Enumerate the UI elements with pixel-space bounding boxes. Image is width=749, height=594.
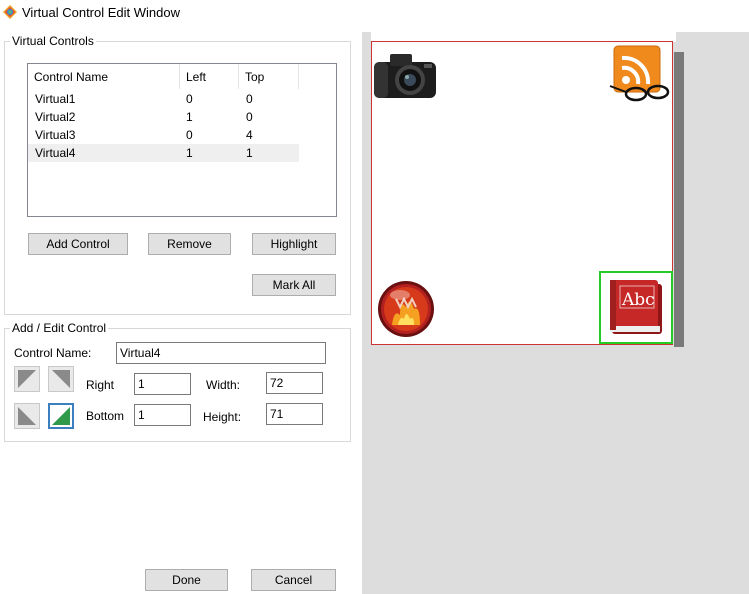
triangle-bottom-right-icon	[52, 407, 70, 425]
bottom-label: Bottom	[86, 409, 125, 423]
width-input[interactable]: 72	[266, 372, 323, 394]
row-name: Virtual1	[35, 92, 76, 106]
highlight-button[interactable]: Highlight	[252, 233, 336, 255]
row-left: 1	[186, 146, 193, 160]
column-header-left[interactable]: Left	[180, 64, 239, 89]
width-label: Width:	[206, 378, 241, 392]
height-input[interactable]: 71	[266, 403, 323, 425]
right-label: Right	[86, 378, 115, 392]
row-top: 1	[246, 146, 253, 160]
row-top: 0	[246, 110, 253, 124]
list-header: Control Name Left Top	[28, 64, 336, 89]
row-name: Virtual4	[35, 146, 76, 160]
mark-all-button[interactable]: Mark All	[252, 274, 336, 296]
row-left: 0	[186, 128, 193, 142]
app-logo-icon	[3, 5, 17, 19]
row-top: 4	[246, 128, 253, 142]
height-label: Height:	[203, 410, 242, 424]
edit-control-group-title: Add / Edit Control	[10, 321, 109, 335]
anchor-bottom-right-button[interactable]	[48, 403, 74, 429]
column-header-control-name[interactable]: Control Name	[28, 64, 180, 89]
table-row[interactable]: Virtual2 1 0	[28, 108, 299, 126]
preview-shadow	[674, 52, 684, 347]
table-row-selected[interactable]: Virtual4 1 1	[28, 144, 299, 162]
controls-list[interactable]: Control Name Left Top Virtual1 0 0 Virtu…	[27, 63, 337, 217]
remove-button[interactable]: Remove	[148, 233, 231, 255]
right-input[interactable]: 1	[134, 373, 191, 395]
fire-emblem-icon[interactable]	[376, 279, 436, 339]
rss-reader-icon[interactable]	[606, 44, 670, 106]
title-bar: Virtual Control Edit Window	[0, 0, 749, 26]
row-left: 0	[186, 92, 193, 106]
table-row[interactable]: Virtual1 0 0	[28, 90, 299, 108]
add-control-button[interactable]: Add Control	[28, 233, 128, 255]
camera-icon[interactable]	[372, 50, 438, 102]
row-name: Virtual2	[35, 110, 76, 124]
control-name-label: Control Name:	[14, 346, 92, 360]
done-button[interactable]: Done	[145, 569, 228, 591]
window-title: Virtual Control Edit Window	[22, 5, 180, 20]
triangle-top-right-icon	[52, 370, 70, 388]
selection-highlight	[599, 271, 673, 344]
column-header-top[interactable]: Top	[239, 64, 299, 89]
control-name-input[interactable]: Virtual4	[116, 342, 326, 364]
virtual-controls-group-title: Virtual Controls	[10, 34, 96, 48]
triangle-top-left-icon	[18, 370, 36, 388]
table-row[interactable]: Virtual3 0 4	[28, 126, 299, 144]
triangle-bottom-left-icon	[18, 407, 36, 425]
anchor-top-right-button[interactable]	[48, 366, 74, 392]
row-top: 0	[246, 92, 253, 106]
bottom-input[interactable]: 1	[134, 404, 191, 426]
cancel-button[interactable]: Cancel	[251, 569, 336, 591]
anchor-bottom-left-button[interactable]	[14, 403, 40, 429]
anchor-top-left-button[interactable]	[14, 366, 40, 392]
row-name: Virtual3	[35, 128, 76, 142]
row-left: 1	[186, 110, 193, 124]
